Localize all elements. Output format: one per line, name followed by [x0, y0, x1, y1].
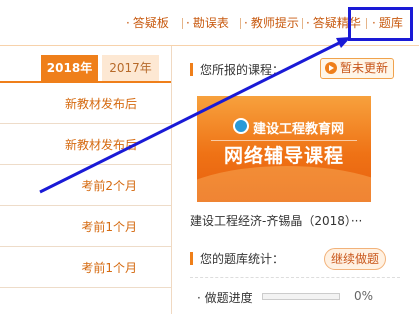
progress-percent: 0%	[354, 289, 374, 303]
annotation-highlight-box	[348, 7, 413, 41]
list-item-label[interactable]: 考前2个月	[81, 177, 137, 194]
bullet-icon: ·	[306, 16, 310, 30]
banner-divider	[211, 140, 357, 141]
progress-bar	[262, 293, 340, 300]
list-item-label[interactable]: 新教材发布后	[65, 136, 137, 153]
nav-label: 答疑板	[132, 16, 169, 30]
banner-logo-text: 建设工程教育网	[253, 122, 345, 137]
bullet-icon: ·	[244, 16, 248, 30]
list-item: 考前1个月	[0, 206, 171, 247]
list-item: 考前1个月	[0, 247, 171, 288]
list-item-label[interactable]: 考前1个月	[81, 259, 137, 276]
section-marker	[190, 252, 193, 265]
column-divider	[171, 46, 172, 314]
list-item: 新教材发布后	[0, 83, 171, 124]
nav-separator	[240, 18, 241, 29]
list-item-label[interactable]: 新教材发布后	[65, 95, 137, 112]
banner-title: 网络辅导课程	[223, 145, 344, 167]
nav-separator	[302, 18, 303, 29]
nav-link-errata[interactable]: · 勘误表	[186, 14, 229, 31]
section-marker	[190, 63, 193, 76]
not-updated-button[interactable]: 暂未更新	[320, 58, 394, 79]
play-icon	[325, 62, 337, 74]
course-section-title: 您所报的课程：	[200, 63, 285, 77]
list-item-label[interactable]: 考前1个月	[81, 218, 137, 235]
list-item: 考前2个月	[0, 165, 171, 206]
logo-icon	[233, 118, 249, 134]
continue-practice-button[interactable]: 继续做题	[324, 248, 386, 270]
stats-section-title: 您的题库统计：	[200, 252, 285, 266]
schedule-panel: 2018年 2017年 新教材发布后 新教材发布后 考前2个月 考前1个月 考前…	[0, 46, 171, 314]
bullet-icon: ·	[186, 16, 190, 30]
nav-label: 勘误表	[192, 16, 229, 30]
course-banner[interactable]: 建设工程教育网 网络辅导课程	[197, 96, 371, 202]
nav-separator	[182, 18, 183, 29]
nav-link-teacher-tips[interactable]: · 教师提示	[244, 14, 299, 31]
course-name-link[interactable]: 建设工程经济-齐锡晶（2018）···	[190, 212, 362, 229]
tab-2018[interactable]: 2018年	[41, 55, 98, 81]
nav-label: 教师提示	[250, 16, 299, 30]
list-item: 新教材发布后	[0, 124, 171, 165]
nav-link-qa-board[interactable]: · 答疑板	[126, 14, 169, 31]
progress-label: · 做题进度	[197, 291, 253, 305]
not-updated-label: 暂未更新	[340, 61, 389, 75]
bullet-icon: ·	[126, 16, 130, 30]
dashed-divider	[190, 277, 400, 278]
tab-2017[interactable]: 2017年	[102, 55, 159, 81]
